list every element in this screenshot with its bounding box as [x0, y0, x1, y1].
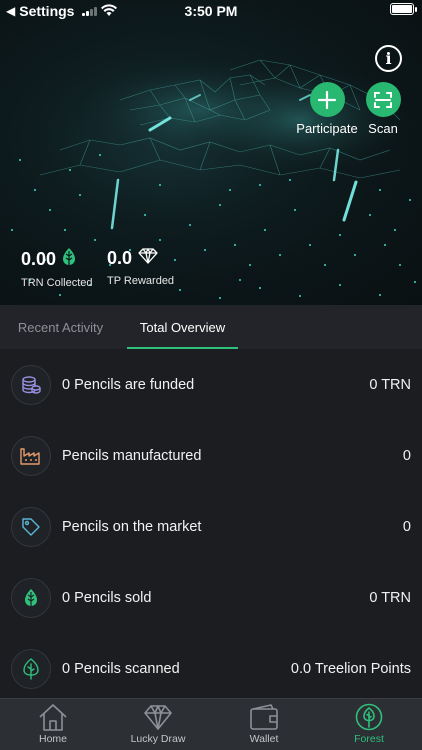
status-time: 3:50 PM: [184, 3, 238, 19]
home-icon: [39, 704, 67, 731]
tp-rewarded-stat: 0.0 TP Rewarded: [107, 248, 174, 287]
coins-icon: [11, 364, 51, 405]
tp-rewarded-label: TP Rewarded: [107, 275, 175, 287]
leaf-icon: [11, 577, 51, 618]
tp-rewarded-value: 0.0: [107, 248, 133, 268]
row-label: 0 Pencils are funded: [62, 376, 195, 393]
row-value: 0.0 Treelion Points: [290, 660, 411, 677]
row-label: 0 Pencils sold: [62, 589, 152, 606]
row-value: 0: [402, 518, 411, 535]
tab-recent-activity[interactable]: Recent Activity: [0, 305, 121, 349]
row-value: 0 TRN: [369, 589, 411, 606]
tab-total-overview[interactable]: Total Overview: [127, 305, 238, 349]
overview-list: 0 Pencils are funded 0 TRN Pencils manuf…: [0, 349, 422, 698]
tree-icon: [11, 648, 51, 689]
row-label: Pencils on the market: [62, 518, 202, 535]
battery-icon: [390, 3, 417, 15]
info-button[interactable]: i: [375, 45, 402, 72]
tab-forest[interactable]: Forest: [329, 703, 409, 745]
row-label: 0 Pencils scanned: [62, 660, 180, 677]
wallet-icon: [250, 704, 278, 730]
info-icon: i: [385, 49, 392, 68]
scan-button[interactable]: Scan: [348, 82, 418, 136]
list-item: 0 Pencils sold 0 TRN: [0, 562, 422, 633]
trn-collected-stat: 0.00 TRN Collected: [21, 248, 93, 289]
tab-lucky-draw-label: Lucky Draw: [130, 733, 186, 745]
scan-label: Scan: [368, 121, 398, 136]
trn-collected-value: 0.00: [21, 249, 57, 269]
overview-tabs: Recent Activity Total Overview: [0, 305, 422, 349]
tab-lucky-draw[interactable]: Lucky Draw: [118, 703, 198, 745]
list-item: 0 Pencils are funded 0 TRN: [0, 349, 422, 420]
list-item: 0 Pencils scanned 0.0 Treelion Points: [0, 633, 422, 698]
diamond-icon: [144, 705, 172, 730]
scan-icon: [365, 82, 401, 117]
tag-icon: [11, 506, 51, 547]
list-item: Pencils manufactured 0: [0, 420, 422, 491]
tab-wallet-label: Wallet: [249, 733, 279, 745]
diamond-icon: [138, 248, 158, 269]
plus-icon: [309, 82, 345, 117]
tree-icon: [355, 703, 383, 731]
row-label: Pencils manufactured: [62, 447, 202, 464]
factory-icon: [11, 435, 51, 476]
status-bar: ◀ Settings 3:50 PM: [0, 0, 422, 22]
row-value: 0 TRN: [369, 376, 411, 393]
tab-home[interactable]: Home: [13, 703, 93, 745]
trn-collected-label: TRN Collected: [21, 277, 93, 289]
tab-forest-label: Forest: [354, 733, 384, 745]
hero-banner: i Participate Scan 0.00 TRN Collected 0.…: [0, 0, 422, 305]
row-value: 0: [402, 447, 411, 464]
bottom-tab-bar: Home Lucky Draw Wallet Forest: [0, 698, 422, 750]
leaf-icon: [62, 248, 76, 271]
list-item: Pencils on the market 0: [0, 491, 422, 562]
tab-home-label: Home: [38, 733, 67, 745]
tab-wallet[interactable]: Wallet: [224, 703, 304, 745]
